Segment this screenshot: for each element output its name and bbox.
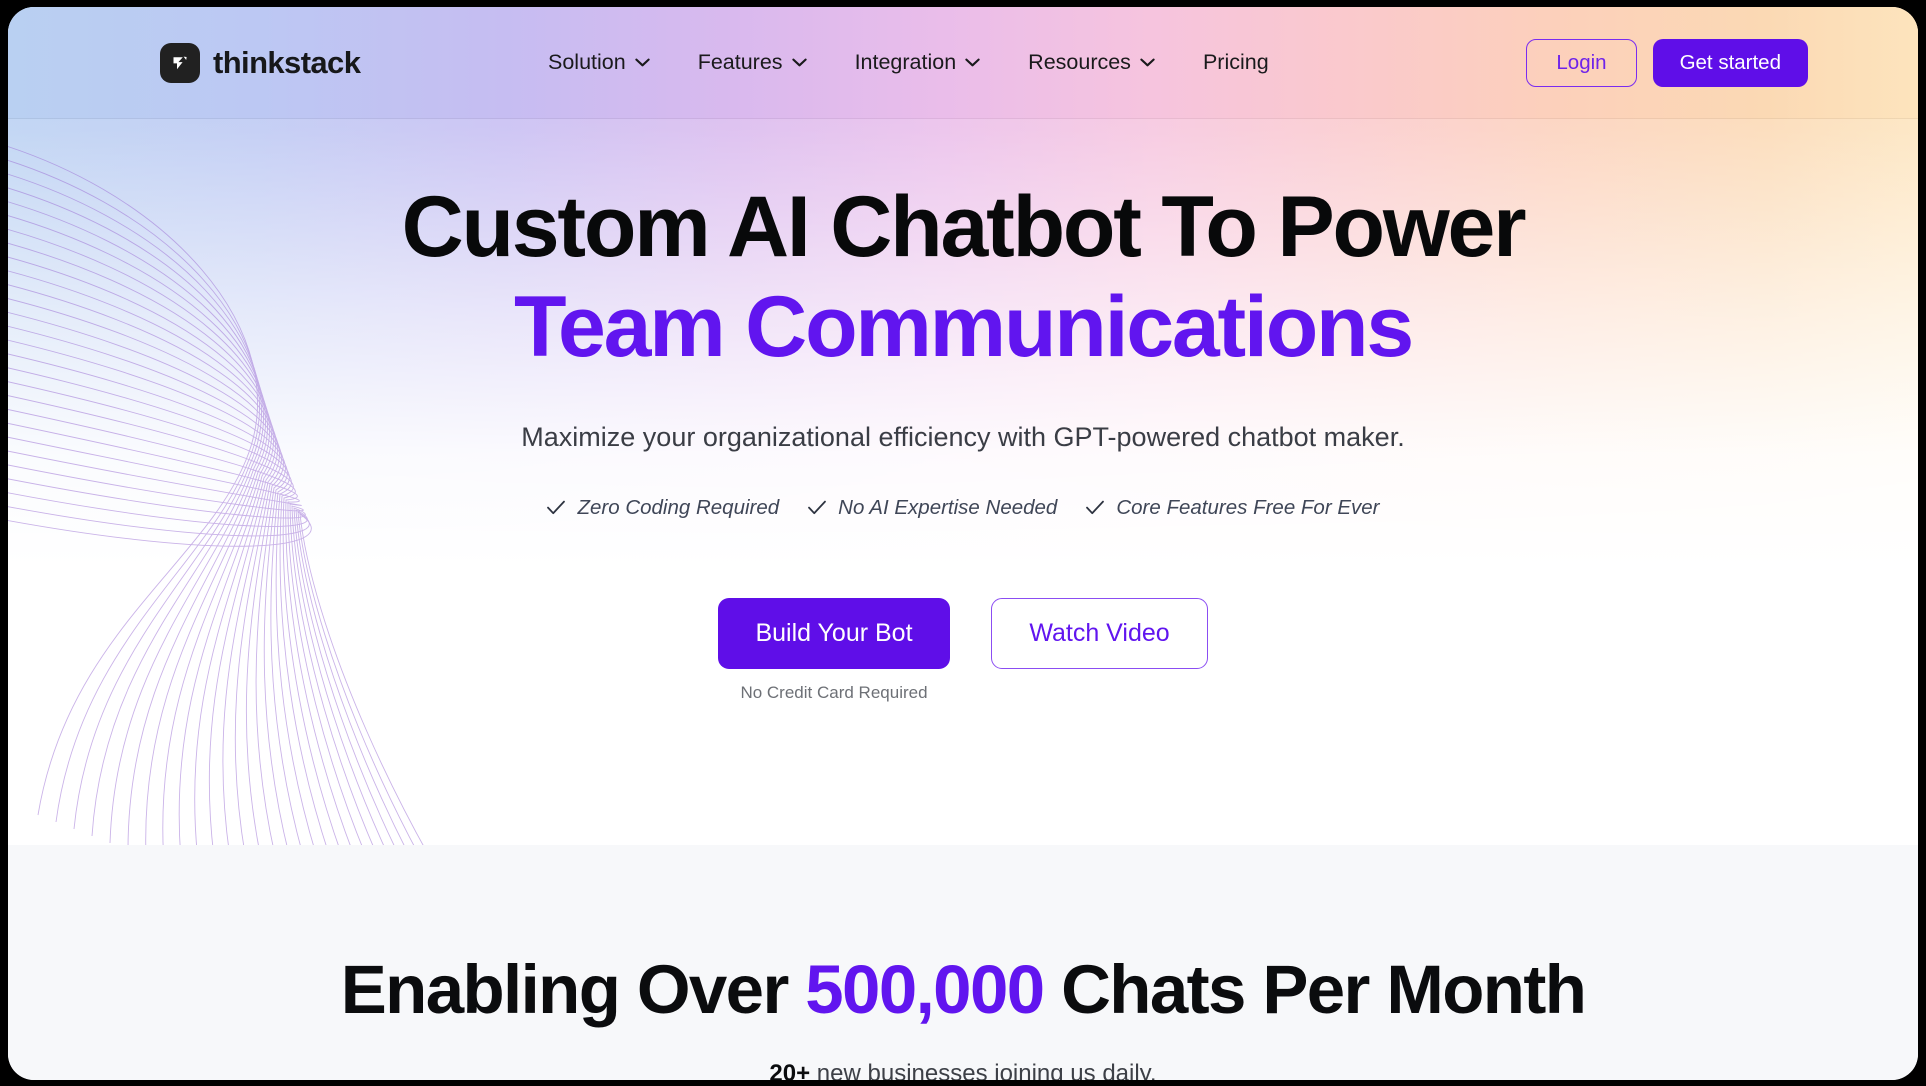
primary-cta-group: Build Your Bot No Credit Card Required: [718, 597, 950, 703]
chevron-down-icon: [635, 58, 650, 67]
stats-band: Enabling Over 500,000 Chats Per Month 20…: [8, 845, 1918, 1080]
stats-title: Enabling Over 500,000 Chats Per Month: [8, 950, 1918, 1029]
get-started-button[interactable]: Get started: [1652, 38, 1808, 87]
build-your-bot-button[interactable]: Build Your Bot: [718, 597, 950, 669]
stats-title-pre: Enabling Over: [340, 951, 806, 1028]
nav-label-integration: Integration: [854, 50, 957, 74]
chevron-down-icon: [965, 58, 980, 67]
header-actions: Login Get started: [1526, 38, 1808, 87]
main-navigation: Solution Features Integration Resources: [548, 50, 1269, 75]
watch-video-button[interactable]: Watch Video: [991, 597, 1208, 669]
thinkstack-arrow-logo-icon: [160, 42, 200, 83]
chevron-down-icon: [791, 58, 807, 67]
nav-label-pricing: Pricing: [1202, 50, 1269, 74]
stats-subtitle: 20+ new businesses joining us daily.: [8, 1060, 1918, 1080]
nav-item-pricing[interactable]: Pricing: [1203, 50, 1269, 75]
feature-label: Core Features Free For Ever: [1116, 495, 1380, 519]
feature-item: No AI Expertise Needed: [807, 496, 1057, 520]
nav-label-features: Features: [697, 50, 783, 74]
login-button[interactable]: Login: [1526, 38, 1637, 87]
brand-logo[interactable]: thinkstack: [160, 42, 361, 83]
nav-item-integration[interactable]: Integration: [855, 50, 981, 75]
feature-item: Core Features Free For Ever: [1085, 495, 1380, 520]
check-icon: [808, 500, 827, 514]
stats-sub-bold: 20+: [769, 1060, 811, 1080]
stats-title-post: Chats Per Month: [1043, 951, 1587, 1028]
headline-line-2: Team Communications: [514, 279, 1414, 376]
feature-label: No AI Expertise Needed: [838, 495, 1058, 519]
nav-item-solution[interactable]: Solution: [548, 50, 650, 75]
chevron-down-icon: [1140, 58, 1155, 67]
nav-label-solution: Solution: [548, 50, 626, 74]
nav-label-resources: Resources: [1028, 50, 1131, 74]
brand-name: thinkstack: [213, 44, 361, 80]
feature-item: Zero Coding Required: [546, 496, 779, 520]
stats-sub-rest: new businesses joining us daily.: [810, 1060, 1157, 1080]
hero-feature-list: Zero Coding Required No AI Expertise Nee…: [8, 496, 1918, 520]
nav-item-resources[interactable]: Resources: [1028, 50, 1155, 75]
hero-section: Custom AI Chatbot To Power Team Communic…: [8, 119, 1918, 703]
nav-item-features[interactable]: Features: [698, 50, 807, 75]
check-icon: [1086, 500, 1105, 514]
stats-title-number: 500,000: [805, 951, 1045, 1028]
page-viewport: thinkstack Solution Features Integration: [8, 7, 1918, 1080]
hero-cta-row: Build Your Bot No Credit Card Required W…: [8, 597, 1918, 703]
browser-window-frame: thinkstack Solution Features Integration: [0, 0, 1926, 1086]
hero-subtitle: Maximize your organizational efficiency …: [521, 421, 1405, 452]
no-credit-card-note: No Credit Card Required: [740, 682, 928, 702]
feature-label: Zero Coding Required: [577, 495, 780, 519]
page-title: Custom AI Chatbot To Power Team Communic…: [8, 182, 1918, 376]
headline-line-1: Custom AI Chatbot To Power: [401, 179, 1527, 275]
site-header: thinkstack Solution Features Integration: [8, 7, 1918, 119]
check-icon: [547, 500, 566, 514]
